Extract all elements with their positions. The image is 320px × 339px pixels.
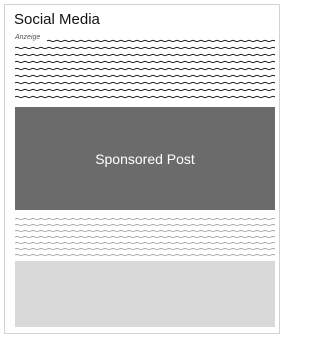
ad-text-line — [15, 81, 275, 85]
content-text-line — [15, 242, 275, 244]
ad-text-line — [15, 46, 275, 50]
content-text-line — [15, 218, 275, 220]
content-text-line — [15, 224, 275, 226]
ad-text-line — [15, 88, 275, 92]
widget-title: Social Media — [14, 11, 100, 28]
content-text-lines — [15, 218, 275, 256]
social-media-widget: Social Media Anzeige Sponsored Post — [4, 4, 280, 334]
ad-text-line — [15, 60, 275, 64]
content-text-line — [15, 236, 275, 238]
ad-text-line — [15, 53, 275, 57]
content-text-line — [15, 254, 275, 256]
ad-text-line — [15, 95, 275, 99]
ad-text-line — [15, 74, 275, 78]
ad-text-lines — [15, 39, 275, 99]
content-text-line — [15, 248, 275, 250]
sponsored-post[interactable]: Sponsored Post — [15, 107, 275, 210]
sponsored-post-label: Sponsored Post — [95, 150, 195, 167]
ad-text-line — [46, 39, 275, 43]
content-text-line — [15, 230, 275, 232]
image-placeholder — [15, 261, 275, 327]
ad-text-line — [15, 67, 275, 71]
